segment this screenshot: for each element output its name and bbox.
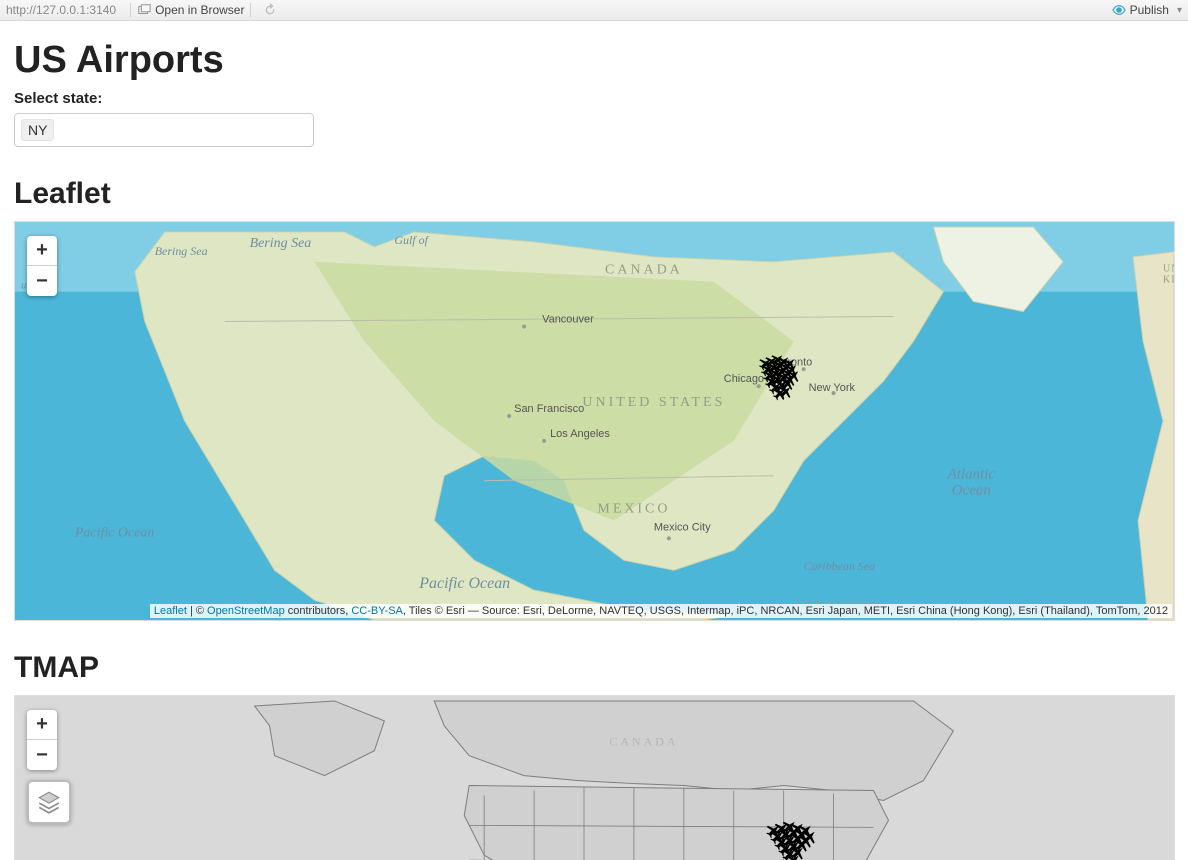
leaflet-link[interactable]: Leaflet — [154, 605, 187, 617]
svg-text:San Francisco: San Francisco — [514, 403, 584, 415]
map-canvas-2[interactable]: CANADA — [15, 696, 1174, 860]
page-title: US Airports — [14, 39, 1188, 82]
tmap-map[interactable]: CANADA + − — [14, 695, 1175, 860]
label-caribbean: Caribbean Sea — [804, 559, 875, 573]
open-in-browser-button[interactable]: Open in Browser — [155, 3, 244, 17]
refresh-icon[interactable] — [263, 3, 277, 17]
label-bering-sea-2: Bering Sea — [155, 244, 208, 258]
separator — [250, 3, 251, 17]
zoom-out-button-2[interactable]: − — [27, 740, 57, 770]
svg-text:Mexico City: Mexico City — [654, 521, 711, 533]
viewer-url: http://127.0.0.1:3140 — [6, 3, 116, 17]
leaflet-map[interactable]: CANADA UNITED STATES MEXICO VENEZUELA UN… — [14, 221, 1175, 621]
zoom-control: + − — [27, 236, 57, 296]
map-attribution: Leaflet | © OpenStreetMap contributors, … — [150, 604, 1172, 618]
cc-link[interactable]: CC-BY-SA — [351, 605, 403, 617]
zoom-in-button-2[interactable]: + — [27, 710, 57, 740]
publish-label: Publish — [1130, 3, 1169, 17]
state-chip[interactable]: NY — [21, 119, 54, 141]
osm-link[interactable]: OpenStreetMap — [207, 605, 285, 617]
label-atlantic: AtlanticOcean — [947, 467, 996, 499]
label-pacific-small: Pacific Ocean — [74, 525, 154, 540]
zoom-out-button[interactable]: − — [27, 266, 57, 296]
label-us: UNITED STATES — [582, 395, 725, 410]
label-canada: CANADA — [605, 263, 683, 278]
viewer-bar: http://127.0.0.1:3140 Open in Browser Pu… — [0, 0, 1188, 21]
label-gulf-of: Gulf of — [394, 233, 429, 247]
label-mexico: MEXICO — [597, 502, 670, 517]
layers-icon — [36, 789, 62, 815]
svg-text:Los Angeles: Los Angeles — [550, 428, 610, 440]
state-select[interactable]: NY — [14, 113, 314, 147]
label-uk: UNKIN — [1163, 264, 1174, 286]
publish-icon — [1112, 3, 1126, 17]
city-newyork: New York — [809, 382, 856, 395]
zoom-in-button[interactable]: + — [27, 236, 57, 266]
layers-button[interactable] — [27, 780, 71, 824]
svg-text:Chicago: Chicago — [724, 373, 764, 385]
svg-text:New York: New York — [809, 382, 856, 394]
svg-text:Vancouver: Vancouver — [542, 314, 594, 326]
label-bering-sea: Bering Sea — [250, 236, 312, 251]
label-canada-2: CANADA — [609, 735, 678, 749]
state-select-row: Select state: NY — [14, 90, 1188, 147]
section-leaflet-title: Leaflet — [14, 177, 1188, 211]
document-scroll[interactable]: US Airports Select state: NY Leaflet CA — [0, 21, 1188, 860]
label-pacific-big: Pacific Ocean — [418, 575, 510, 592]
state-select-label: Select state: — [14, 90, 1188, 107]
section-tmap-title: TMAP — [14, 651, 1188, 685]
open-in-window-icon — [137, 3, 151, 17]
zoom-control-2: + − — [27, 710, 57, 770]
chevron-down-icon[interactable]: ▾ — [1177, 5, 1182, 16]
publish-button[interactable]: Publish ▾ — [1112, 3, 1182, 17]
separator — [130, 3, 131, 17]
map-canvas[interactable]: CANADA UNITED STATES MEXICO VENEZUELA UN… — [15, 222, 1174, 620]
